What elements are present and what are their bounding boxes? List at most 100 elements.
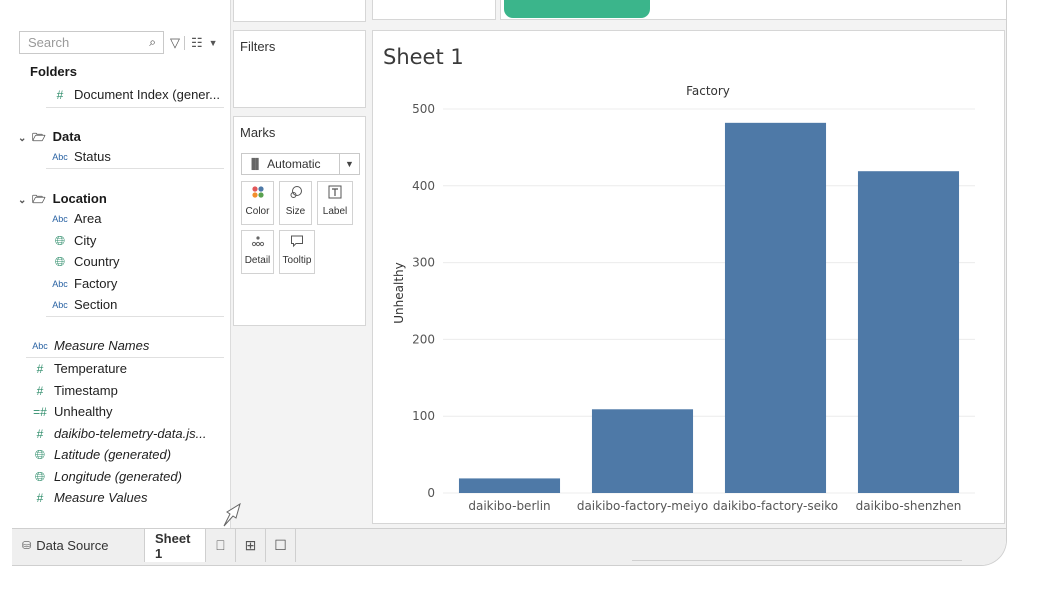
string-icon: Abc <box>52 151 68 162</box>
filters-title: Filters <box>240 39 276 54</box>
field-temperature[interactable]: # Temperature <box>26 358 127 379</box>
globe-icon: 🌐︎ <box>34 468 46 484</box>
field-label: Latitude (generated) <box>54 447 172 462</box>
search-input[interactable]: Search ⌕ <box>19 31 164 54</box>
mouse-cursor-icon <box>223 502 241 527</box>
tooltip-button[interactable]: Tooltip <box>279 230 315 274</box>
chevron-down-icon[interactable]: ▼ <box>209 38 218 48</box>
bar-chart[interactable]: Factory Unhealthy 0 100 200 300 400 500 daiki… <box>373 31 1004 523</box>
folder-icon: 🗁 <box>32 194 46 206</box>
field-unhealthy[interactable]: =# Unhealthy <box>26 401 112 422</box>
new-story-icon[interactable]: ☐ <box>266 529 296 562</box>
globe-icon: 🌐︎ <box>54 253 66 269</box>
search-row: Search ⌕ ▽ ☷ ▼ <box>19 31 225 54</box>
tab-data-source[interactable]: ⛁ Data Source <box>12 529 144 562</box>
y-tick-label: 300 <box>412 256 435 270</box>
field-measure-values[interactable]: # Measure Values <box>26 487 148 508</box>
number-icon: # <box>36 361 44 376</box>
label-button[interactable]: Label <box>317 181 353 225</box>
field-label: Measure Names <box>54 338 150 353</box>
search-icon[interactable]: ⌕ <box>149 35 156 50</box>
field-factory[interactable]: Abc Factory <box>46 273 117 294</box>
field-label: Factory <box>74 276 118 291</box>
size-label: Size <box>285 206 306 217</box>
field-longitude[interactable]: 🌐︎ Longitude (generated) <box>26 466 182 487</box>
tooltip-label: Tooltip <box>282 255 312 266</box>
y-axis-label: Unhealthy <box>392 262 406 323</box>
field-label: Area <box>74 211 102 226</box>
bar-daikibo-factory-meiyo[interactable] <box>591 409 694 493</box>
bar-daikibo-shenzhen[interactable] <box>857 171 960 493</box>
columns-pill[interactable] <box>504 0 650 18</box>
bar-chart-icon: ▐▌ <box>248 158 263 170</box>
worksheet-view[interactable]: Sheet 1 Factory Unhealthy 0 100 200 300 400 5… <box>372 30 1005 524</box>
field-label: Status <box>74 149 111 164</box>
tab-sheet-1-label: Sheet 1 <box>155 530 191 561</box>
mark-type-value: Automatic <box>267 157 321 171</box>
view-list-icon[interactable]: ☷ <box>191 35 203 51</box>
filter-icon[interactable]: ▽ <box>170 35 180 51</box>
new-worksheet-icon[interactable]: ⎕ <box>206 529 236 562</box>
x-tick-label: daikibo-factory-seiko <box>713 499 838 513</box>
color-label: Color <box>245 206 270 217</box>
tableau-window: Search ⌕ ▽ ☷ ▼ Folders # Document Index … <box>12 0 1007 566</box>
divider <box>46 107 224 108</box>
pages-card <box>233 0 366 22</box>
field-area[interactable]: Abc Area <box>46 208 101 229</box>
color-icon <box>242 182 273 206</box>
x-tick-label: daikibo-shenzhen <box>856 499 962 513</box>
detail-button[interactable]: Detail <box>241 230 274 274</box>
field-label: Country <box>74 254 120 269</box>
field-timestamp[interactable]: # Timestamp <box>26 380 118 401</box>
y-tick-label: 0 <box>427 486 435 500</box>
size-button[interactable]: Size <box>279 181 312 225</box>
filters-card[interactable]: Filters <box>233 30 366 108</box>
number-icon: # <box>36 490 44 505</box>
chart-title: Factory <box>686 84 730 98</box>
field-status[interactable]: Abc Status <box>46 146 111 167</box>
tooltip-icon <box>280 231 314 255</box>
detail-label: Detail <box>244 255 271 266</box>
field-city[interactable]: 🌐︎ City <box>46 230 97 251</box>
number-icon: # <box>36 426 44 441</box>
globe-icon: 🌐︎ <box>34 446 46 462</box>
divider <box>46 168 224 169</box>
string-icon: Abc <box>52 299 68 310</box>
string-icon: Abc <box>52 213 68 224</box>
bar-daikibo-factory-seiko[interactable] <box>724 122 827 493</box>
folders-heading: Folders <box>30 64 77 79</box>
y-tick-label: 500 <box>412 102 435 116</box>
size-icon <box>280 182 311 206</box>
field-record-count[interactable]: # daikibo-telemetry-data.js... <box>26 423 207 444</box>
columns-shelf-label <box>372 0 496 20</box>
string-icon: Abc <box>52 278 68 289</box>
y-tick-label: 400 <box>412 179 435 193</box>
chevron-down-icon[interactable]: ⌄ <box>18 133 32 144</box>
x-tick-label: daikibo-factory-meiyo <box>577 499 708 513</box>
marks-title: Marks <box>240 125 276 140</box>
chevron-down-icon[interactable]: ▼ <box>339 154 359 174</box>
field-label: Longitude (generated) <box>54 469 182 484</box>
bar-daikibo-berlin[interactable] <box>458 478 561 493</box>
field-latitude[interactable]: 🌐︎ Latitude (generated) <box>26 444 171 465</box>
color-button[interactable]: Color <box>241 181 274 225</box>
field-section[interactable]: Abc Section <box>46 294 117 315</box>
search-placeholder: Search <box>28 35 70 50</box>
field-measure-names[interactable]: Abc Measure Names <box>26 335 149 356</box>
field-label: daikibo-telemetry-data.js... <box>54 426 207 441</box>
new-dashboard-icon[interactable]: ⊞ <box>236 529 266 562</box>
field-country[interactable]: 🌐︎ Country <box>46 251 120 272</box>
chevron-down-icon[interactable]: ⌄ <box>18 195 32 206</box>
field-label: Measure Values <box>54 490 148 505</box>
detail-icon <box>242 231 273 255</box>
string-icon: Abc <box>32 340 48 351</box>
tab-sheet-1[interactable]: Sheet 1 <box>144 529 206 562</box>
field-document-index[interactable]: # Document Index (gener... <box>46 84 220 105</box>
y-tick-label: 100 <box>412 409 435 423</box>
cards-column: Filters Marks ▐▌ Automatic ▼ Color Size <box>230 0 370 528</box>
text-label-icon <box>318 182 352 206</box>
number-icon: # <box>56 87 64 102</box>
y-tick-label: 200 <box>412 332 435 346</box>
mark-type-dropdown[interactable]: ▐▌ Automatic ▼ <box>241 153 360 175</box>
x-tick-label: daikibo-berlin <box>468 499 550 513</box>
